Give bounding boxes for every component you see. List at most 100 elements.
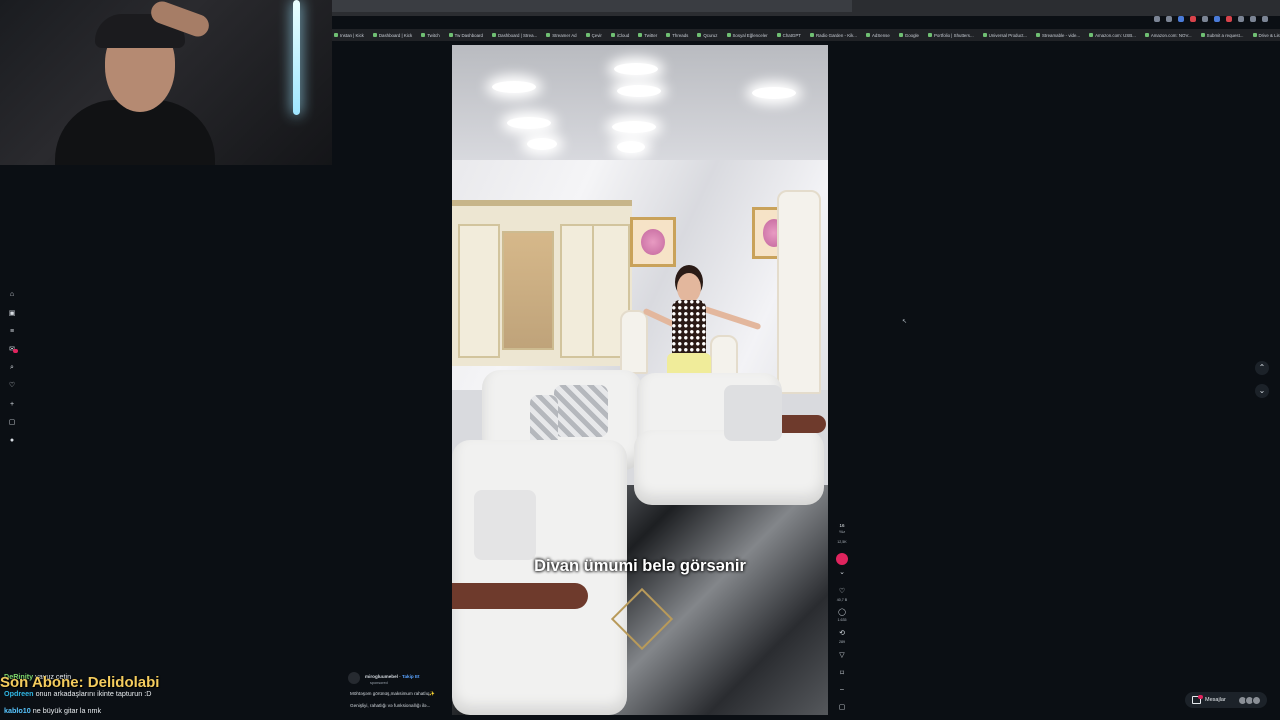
- message-avatars: [1238, 695, 1261, 705]
- bookmark-icon[interactable]: ⌑: [837, 669, 847, 677]
- bookmark-label: iCloud: [616, 32, 630, 38]
- post-description-line1: Möhtəşəm görünüş,maksimum rahatlıq✨: [350, 691, 436, 696]
- bookmark-label: Qcuruz: [703, 32, 718, 38]
- bookmark-label: Streamer Ad: [552, 32, 577, 38]
- bookmark-favicon-icon: [726, 33, 731, 37]
- explore-icon[interactable]: ▣: [8, 310, 16, 318]
- bookmark-item[interactable]: Tw Dashboard: [448, 32, 483, 38]
- bookmark-favicon-icon: [491, 33, 496, 37]
- bookmark-label: Amazon.com: USB...: [1095, 32, 1136, 38]
- sound-icon[interactable]: ▢: [837, 703, 847, 711]
- puzzle-icon[interactable]: [1238, 16, 1244, 22]
- video-action-rail: 16 Yüz 12,5K ⌄ ♡ 40,7 B ◯ 1.635 ⟲ 289 ▽ …: [833, 520, 851, 720]
- bookmark-item[interactable]: Portfolio | Shutters...: [927, 33, 974, 38]
- bookmark-item[interactable]: Amazon.com: NOV...: [1144, 33, 1192, 38]
- bookmark-favicon-icon: [697, 33, 702, 37]
- inbox-icon[interactable]: ✉: [8, 346, 18, 354]
- last-subscriber-overlay: Son Abone: Delidolabi: [0, 674, 160, 691]
- bookmark-favicon-icon: [546, 33, 551, 37]
- bookmark-item[interactable]: Universal Product...: [982, 32, 1027, 38]
- bookmark-label: Tw Dashboard: [454, 32, 483, 38]
- home-icon[interactable]: ⌂: [8, 291, 16, 299]
- bookmark-item[interactable]: Drive & Listen: [1252, 33, 1280, 38]
- chair: [620, 310, 648, 374]
- post-description-line2[interactable]: Genişliyi, rahatlığı və funksionallığı i…: [350, 703, 430, 708]
- follow-link[interactable]: Takip Et: [402, 674, 420, 679]
- author-avatar[interactable]: [348, 672, 360, 684]
- chat-message: ne büyük gitar la nmk: [32, 706, 102, 715]
- bookmark-label: Twitch: [427, 32, 440, 38]
- sofa-chaise: [452, 440, 627, 715]
- bookmark-item[interactable]: Streamer Ad: [546, 32, 577, 38]
- bookmark-label: AdSense: [871, 32, 890, 38]
- bookmark-item[interactable]: ChatGPT: [776, 32, 801, 38]
- likes-icon[interactable]: ♡: [8, 382, 16, 390]
- author-name[interactable]: mirogluumebel: [365, 674, 398, 679]
- following-icon[interactable]: ≡: [8, 328, 16, 336]
- bookmark-label: Twitter: [644, 32, 658, 38]
- previous-video-button[interactable]: ⌃: [1255, 361, 1269, 375]
- likes-count: 40,7 B: [836, 598, 848, 602]
- extension-icon[interactable]: [1214, 16, 1220, 22]
- bookmark-item[interactable]: Submit a request...: [1200, 33, 1244, 38]
- bookmark-item[interactable]: Qcuruz: [697, 32, 718, 38]
- bookmark-item[interactable]: Sosyal Eğlenceler: [726, 32, 768, 38]
- profile-icon[interactable]: [1250, 16, 1256, 22]
- menu-icon[interactable]: [1262, 16, 1268, 22]
- extension-icon[interactable]: [1202, 16, 1208, 22]
- bookmark-item[interactable]: Google: [898, 33, 919, 38]
- bookmark-label: ChatGPT: [782, 32, 801, 38]
- search-icon[interactable]: ⌕: [8, 364, 16, 372]
- more-icon[interactable]: –: [837, 686, 847, 693]
- video-player[interactable]: Divan ümumi belə görsənir: [452, 45, 828, 715]
- bookmark-label: Universal Product...: [988, 32, 1027, 38]
- bookmark-label: Dashboard | Kick: [378, 32, 413, 38]
- cast-icon[interactable]: [1154, 16, 1160, 22]
- repost-icon[interactable]: ⟲: [837, 629, 847, 637]
- reposts-count: 289: [839, 640, 845, 644]
- bookmark-item[interactable]: Radio Garden - Kik...: [809, 33, 857, 38]
- extension-icon[interactable]: [1190, 16, 1196, 22]
- heart-icon[interactable]: ♡: [837, 587, 847, 595]
- bookmark-favicon-icon: [898, 33, 903, 37]
- bookmark-item[interactable]: Dashboard | Kick: [372, 32, 413, 38]
- share-icon[interactable]: ▽: [837, 651, 847, 659]
- bookmark-favicon-icon: [1200, 33, 1205, 37]
- comment-icon[interactable]: ◯: [837, 608, 847, 616]
- bookmarks-bar: Instan | Kick Dashboard | Kick Twitch Tw Da…: [332, 29, 1280, 41]
- bookmark-item[interactable]: Amazon.com: USB...: [1089, 33, 1136, 38]
- bookmark-item[interactable]: AdSense: [865, 32, 890, 38]
- bookmark-favicon-icon: [448, 33, 453, 37]
- next-video-button[interactable]: ⌄: [1255, 384, 1269, 398]
- star-icon[interactable]: [1166, 16, 1172, 22]
- bookmark-item[interactable]: Dashboard | Strea...: [491, 32, 538, 38]
- bookmark-favicon-icon: [638, 33, 643, 37]
- browser-tabstrip[interactable]: [332, 0, 852, 12]
- bookmark-item[interactable]: iCloud: [610, 32, 630, 38]
- bookmark-label: Threads: [672, 32, 689, 38]
- bookmark-favicon-icon: [1144, 33, 1149, 37]
- messages-icon[interactable]: ▢: [8, 419, 16, 427]
- bookmark-item[interactable]: Streamable - vide...: [1035, 32, 1081, 38]
- bookmark-label: Dashboard | Strea...: [497, 32, 538, 38]
- bookmark-label: Streamable - vide...: [1041, 32, 1081, 38]
- extension-icon[interactable]: [1178, 16, 1184, 22]
- sofa-seat: [634, 430, 824, 505]
- bookmark-label: Sosyal Eğlenceler: [732, 32, 768, 38]
- extension-icon[interactable]: [1226, 16, 1232, 22]
- bookmark-item[interactable]: Çevir: [585, 33, 602, 38]
- bookmark-item[interactable]: Twitch: [421, 32, 440, 38]
- profile-icon[interactable]: ●: [8, 437, 16, 445]
- chevron-down-icon[interactable]: ⌄: [837, 568, 847, 576]
- upload-icon[interactable]: +: [8, 401, 16, 409]
- follow-button[interactable]: [836, 553, 848, 565]
- post-sub: sponsored: [370, 681, 388, 685]
- bookmark-item[interactable]: Twitter: [638, 33, 657, 38]
- bookmark-item[interactable]: Threads: [666, 33, 688, 38]
- video-ceiling: [452, 45, 828, 160]
- pillow: [554, 385, 608, 437]
- bookmark-favicon-icon: [809, 33, 814, 37]
- messages-button[interactable]: Mesajlar: [1185, 692, 1267, 708]
- chat-username: kablo10: [4, 706, 31, 715]
- bookmark-item[interactable]: Instan | Kick: [334, 33, 364, 38]
